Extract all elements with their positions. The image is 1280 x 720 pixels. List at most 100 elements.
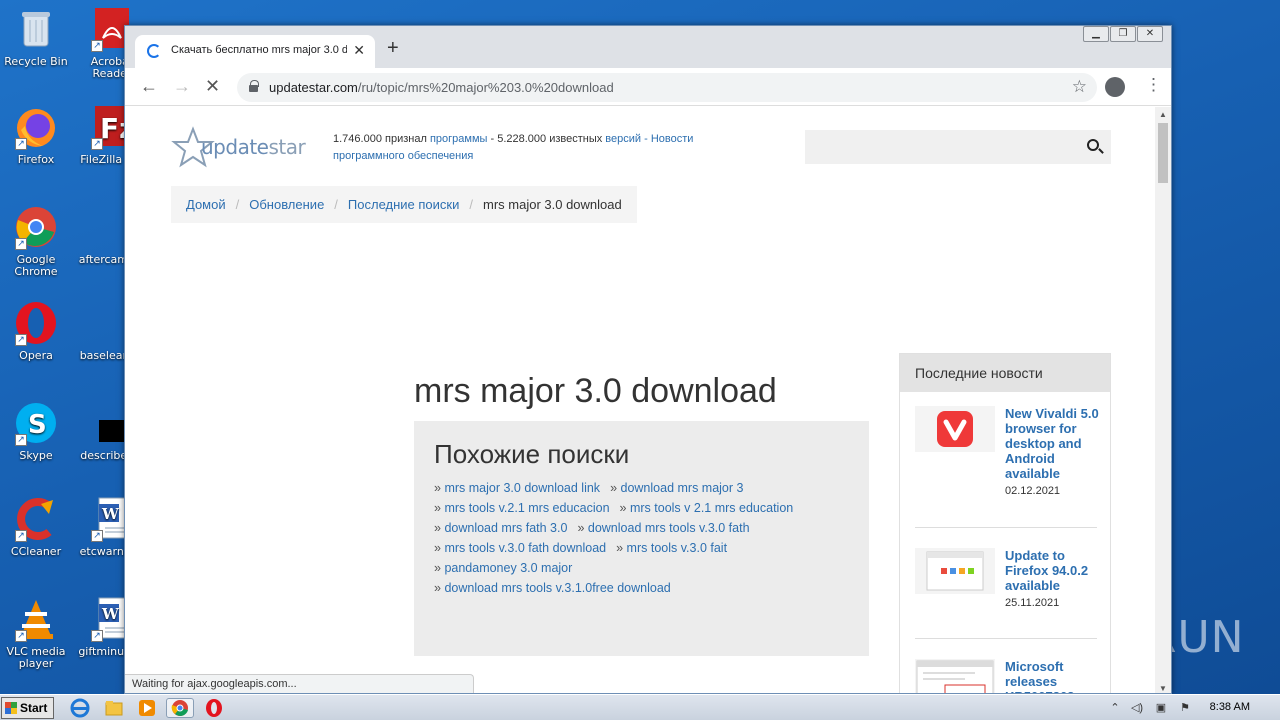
similar-link[interactable]: mrs tools v.2.1 mrs educacion	[444, 501, 609, 515]
bookmark-star-icon[interactable]: ☆	[1072, 77, 1087, 97]
recycle-bin-icon	[13, 6, 59, 52]
browser-toolbar: ← → ✕ updatestar.com/ru/topic/mrs%20majo…	[125, 68, 1171, 106]
back-arrow-icon[interactable]: ←	[140, 76, 158, 96]
opera-taskbar-icon[interactable]	[204, 698, 224, 718]
similar-searches-heading: Похожие поиски	[434, 439, 630, 469]
desktop-icon-label: CCleaner	[10, 545, 62, 558]
skype-icon: S ↗	[13, 400, 59, 446]
network-icon[interactable]: ▣	[1154, 701, 1168, 715]
microsoft-update-thumbnail	[915, 659, 995, 693]
chrome-icon: ↗	[13, 204, 59, 250]
breadcrumb-recent-searches[interactable]: Последние поиски	[348, 197, 459, 212]
svg-text:W: W	[101, 605, 120, 623]
list-item: » pandamoney 3.0 major	[434, 561, 573, 575]
restore-button[interactable]: ❐	[1110, 26, 1136, 42]
shortcut-arrow-icon: ↗	[15, 434, 27, 446]
shortcut-arrow-icon: ↗	[91, 138, 103, 150]
system-tray: ⌃ ◁) ▣ ⚑ 8:38 AM	[1102, 695, 1280, 720]
similar-link[interactable]: mrs major 3.0 download link	[444, 481, 600, 495]
site-search-input[interactable]	[805, 130, 1111, 164]
desktop-icon-vlc[interactable]: ↗ VLC media player	[0, 596, 72, 670]
breadcrumb: Домой / Обновление / Последние поиски / …	[171, 186, 637, 223]
news-title-link[interactable]: New Vivaldi 5.0 browser for desktop and …	[1005, 406, 1100, 481]
tab-strip: Скачать бесплатно mrs major 3.0 d ✕ + ▁ …	[125, 26, 1171, 68]
svg-text:S: S	[28, 410, 47, 440]
desktop-icon-label: Firefox	[17, 153, 55, 166]
menu-dots-icon[interactable]: ⋮	[1145, 75, 1162, 95]
stop-loading-icon[interactable]: ✕	[205, 76, 220, 96]
desktop-icon-ccleaner[interactable]: ↗ CCleaner	[0, 496, 72, 558]
close-window-button[interactable]: ✕	[1137, 26, 1163, 42]
taskbar: Start ⌃ ◁) ▣ ⚑ 8:38 AM	[0, 694, 1280, 720]
similar-searches-panel: Похожие поиски » mrs major 3.0 download …	[414, 421, 869, 656]
similar-link[interactable]: mrs tools v 2.1 mrs education	[630, 501, 793, 515]
programs-link[interactable]: программы	[430, 133, 487, 145]
media-player-taskbar-icon[interactable]	[137, 698, 157, 718]
desktop-icon-skype[interactable]: S ↗ Skype	[0, 400, 72, 462]
scroll-up-icon[interactable]: ▲	[1159, 110, 1167, 119]
desktop-icon-recycle-bin[interactable]: Recycle Bin	[0, 6, 72, 68]
similar-link[interactable]: download mrs tools v.3.0 fath	[588, 521, 750, 535]
browser-tab[interactable]: Скачать бесплатно mrs major 3.0 d ✕	[135, 35, 375, 68]
browser-status-bar: Waiting for ajax.googleapis.com...	[125, 674, 474, 693]
similar-link[interactable]: pandamoney 3.0 major	[444, 561, 572, 575]
ccleaner-icon: ↗	[13, 496, 59, 542]
news-date: 02.12.2021	[1005, 485, 1061, 497]
desktop-icon-opera[interactable]: ↗ Opera	[0, 300, 72, 362]
lock-icon	[249, 80, 259, 92]
versions-link[interactable]: версий	[605, 133, 641, 145]
address-bar[interactable]: updatestar.com/ru/topic/mrs%20major%203.…	[237, 73, 1097, 102]
forward-arrow-icon[interactable]: →	[173, 76, 191, 96]
similar-link[interactable]: mrs tools v.3.0 fait	[627, 541, 728, 555]
scroll-down-icon[interactable]: ▼	[1159, 684, 1167, 693]
list-item: » mrs tools v.3.0 fath download» mrs too…	[434, 541, 728, 555]
clock[interactable]: 8:38 AM	[1210, 701, 1250, 713]
similar-link[interactable]: download mrs tools v.3.1.0free download	[444, 581, 670, 595]
site-stats: 1.746.000 признал программы - 5.228.000 …	[333, 133, 694, 162]
latest-news-heading: Последние новости	[900, 354, 1110, 392]
updatestar-logo[interactable]: updatestar	[171, 126, 306, 168]
breadcrumb-home[interactable]: Домой	[186, 197, 226, 212]
volume-icon[interactable]: ◁)	[1130, 701, 1144, 715]
similar-link[interactable]: download mrs major 3	[621, 481, 744, 495]
url-text[interactable]: updatestar.com/ru/topic/mrs%20major%203.…	[269, 80, 614, 95]
vivaldi-icon	[915, 406, 995, 452]
desktop-icon-label: Google Chrome	[14, 253, 58, 278]
shortcut-arrow-icon: ↗	[91, 40, 103, 52]
shortcut-arrow-icon: ↗	[91, 630, 103, 642]
news-title-link[interactable]: Update to Firefox 94.0.2 available	[1005, 548, 1100, 593]
minimize-button[interactable]: ▁	[1083, 26, 1109, 42]
similar-link[interactable]: mrs tools v.3.0 fath download	[444, 541, 606, 555]
explorer-taskbar-icon[interactable]	[104, 698, 124, 718]
search-icon[interactable]	[1087, 139, 1099, 151]
start-button[interactable]: Start	[1, 697, 54, 719]
window-controls: ▁ ❐ ✕	[1082, 26, 1163, 42]
show-hidden-icons-icon[interactable]: ⌃	[1108, 701, 1122, 715]
action-center-flag-icon[interactable]: ⚑	[1178, 701, 1192, 715]
desktop-icon-chrome[interactable]: ↗ Google Chrome	[0, 204, 72, 278]
windows-flag-icon	[5, 702, 17, 714]
breadcrumb-update[interactable]: Обновление	[249, 197, 324, 212]
loading-spinner-icon	[147, 44, 161, 58]
svg-text:W: W	[101, 505, 120, 523]
profile-avatar-icon[interactable]	[1105, 77, 1125, 97]
ie-taskbar-icon[interactable]	[70, 698, 90, 718]
shortcut-arrow-icon: ↗	[15, 530, 27, 542]
opera-icon: ↗	[13, 300, 59, 346]
similar-link[interactable]: download mrs fath 3.0	[444, 521, 567, 535]
chrome-taskbar-icon[interactable]	[166, 698, 194, 718]
tab-close-icon[interactable]: ✕	[353, 42, 365, 59]
firefox-icon: ↗	[13, 104, 59, 150]
news-title-link[interactable]: Microsoft releases KB5007262	[1005, 659, 1100, 693]
similar-searches-list: » mrs major 3.0 download link» download …	[434, 478, 849, 598]
new-tab-button[interactable]: +	[387, 38, 399, 58]
scrollbar-thumb[interactable]	[1158, 123, 1168, 183]
shortcut-arrow-icon: ↗	[91, 530, 103, 542]
desktop-icon-firefox[interactable]: ↗ Firefox	[0, 104, 72, 166]
shortcut-arrow-icon: ↗	[15, 630, 27, 642]
firefox-update-thumbnail	[915, 548, 995, 594]
latest-news-panel: Последние новости New Vivaldi 5.0 browse…	[899, 353, 1111, 693]
page-scrollbar[interactable]: ▲ ▼	[1155, 107, 1171, 693]
list-item: » mrs major 3.0 download link» download …	[434, 481, 744, 495]
page-title: mrs major 3.0 download	[414, 372, 777, 410]
